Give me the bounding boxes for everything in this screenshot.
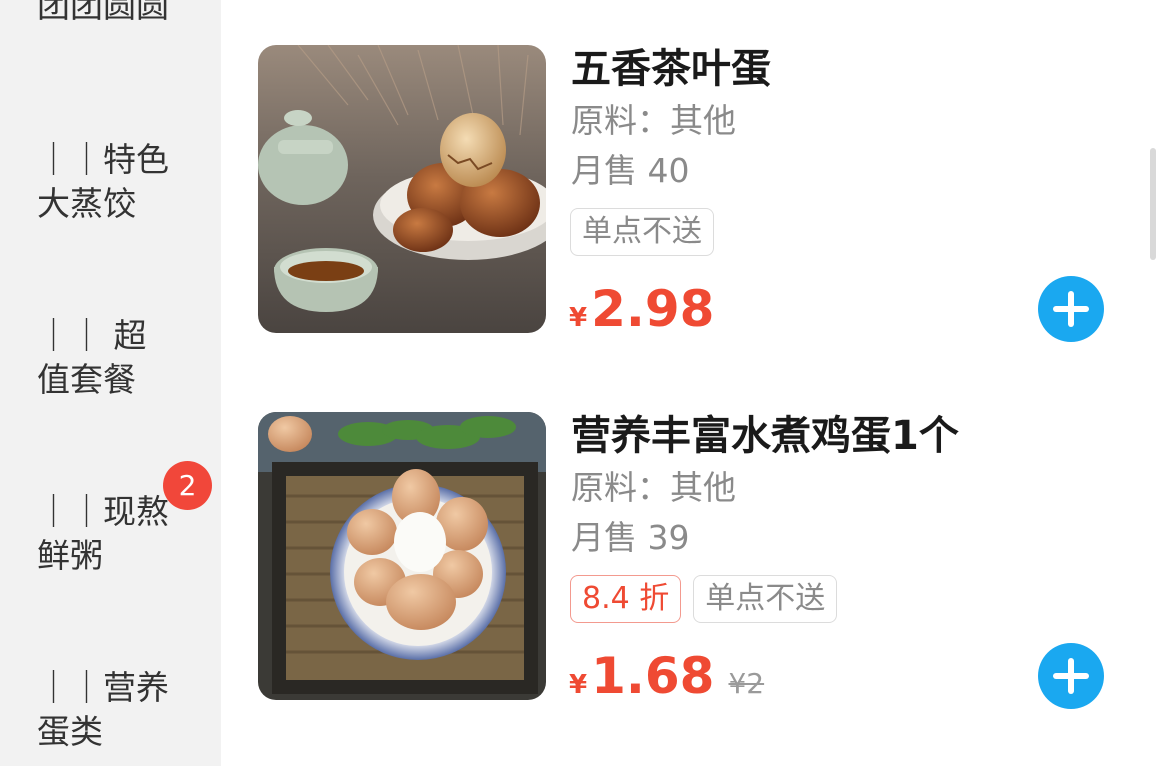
- sidebar-item-value-meals[interactable]: ｜｜ 超 值套餐: [37, 314, 197, 402]
- product-image-boiled-egg[interactable]: [258, 412, 546, 700]
- add-to-cart-button[interactable]: [1038, 276, 1104, 342]
- product-name[interactable]: 五香茶叶蛋: [571, 45, 771, 93]
- scrollbar[interactable]: [1150, 148, 1156, 260]
- sidebar-item-dumplings[interactable]: ｜｜特色 大蒸饺: [37, 138, 197, 226]
- sidebar-item-tuantuan[interactable]: 团团圆圆: [37, 0, 197, 28]
- sidebar-item-label: ｜｜特色: [37, 140, 169, 179]
- product-price: ¥ 2.98: [569, 281, 714, 337]
- price-amount: 2.98: [591, 280, 715, 338]
- product-image-tea-eggs[interactable]: [258, 45, 546, 333]
- sidebar-item-label: ｜｜ 超: [37, 316, 147, 355]
- product-card[interactable]: 五香茶叶蛋 原料：其他 月售 40 单点不送 ¥ 2.98: [258, 45, 1138, 342]
- cart-count-badge: 2: [163, 461, 212, 510]
- sidebar-item-label: 蛋类: [37, 712, 103, 751]
- tag-not-deliverable-alone: 单点不送: [570, 208, 714, 256]
- product-tags: 单点不送: [570, 208, 714, 256]
- discount-tag: 8.4 折: [570, 575, 682, 623]
- currency-symbol: ¥: [569, 303, 588, 333]
- product-ingredients: 原料：其他: [571, 101, 736, 140]
- product-card[interactable]: 营养丰富水煮鸡蛋1个 原料：其他 月售 39 8.4 折 单点不送 ¥ 1.68…: [258, 412, 1138, 709]
- product-ingredients: 原料：其他: [571, 468, 736, 507]
- product-monthly-sales: 月售 39: [571, 518, 690, 557]
- sidebar-item-label: 值套餐: [37, 360, 136, 399]
- product-price: ¥ 1.68 ¥2: [569, 648, 764, 704]
- sidebar-item-label: 大蒸饺: [37, 184, 136, 223]
- product-monthly-sales: 月售 40: [571, 151, 690, 190]
- sidebar-item-label: ｜｜营养: [37, 668, 169, 707]
- sidebar-item-label: 鲜粥: [37, 536, 103, 575]
- sidebar-item-eggs[interactable]: ｜｜营养 蛋类: [37, 666, 197, 754]
- add-to-cart-button[interactable]: [1038, 643, 1104, 709]
- product-tags: 8.4 折 单点不送: [570, 575, 838, 623]
- sidebar-item-label: 团团圆圆: [37, 0, 169, 25]
- tag-not-deliverable-alone: 单点不送: [693, 575, 838, 623]
- product-name[interactable]: 营养丰富水煮鸡蛋1个: [571, 412, 959, 460]
- price-amount: 1.68: [591, 647, 715, 705]
- original-price: ¥2: [728, 667, 765, 700]
- category-sidebar: 团团圆圆 ｜｜特色 大蒸饺 ｜｜ 超 值套餐 ｜｜现熬 鲜粥 2 ｜｜营养 蛋类: [0, 0, 221, 766]
- currency-symbol: ¥: [569, 670, 588, 700]
